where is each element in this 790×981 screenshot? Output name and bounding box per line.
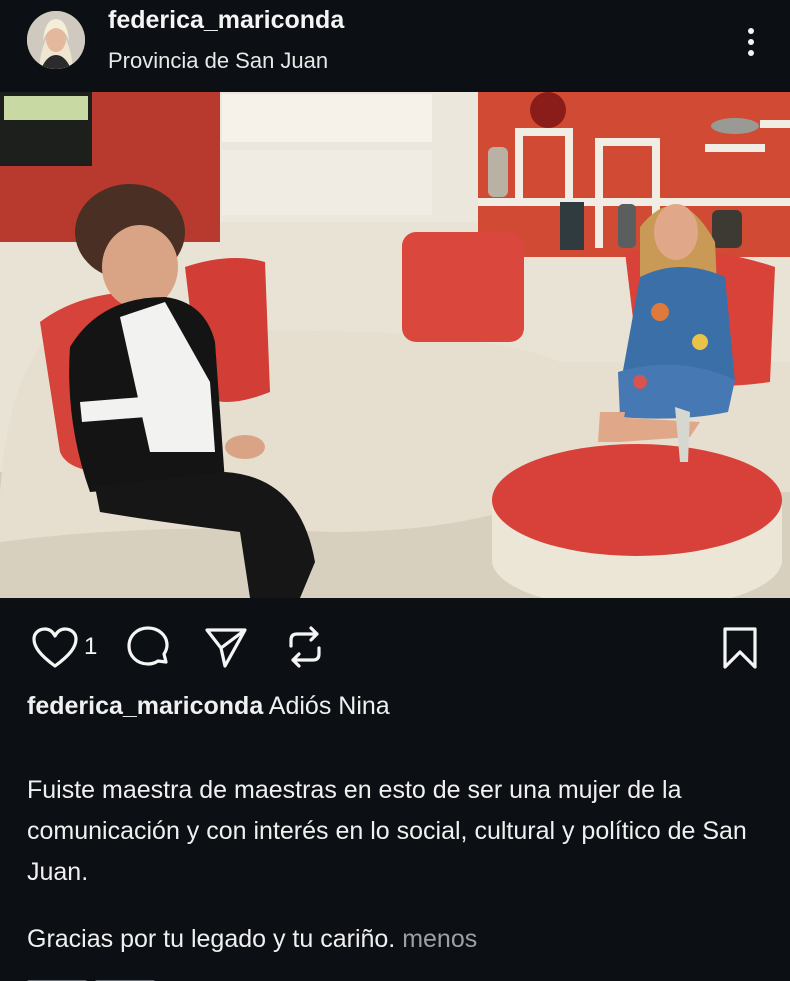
repost-icon[interactable] <box>283 624 327 670</box>
like-count[interactable]: 1 <box>84 633 97 661</box>
caption-thanks-text: Gracias por tu legado y tu cariño. <box>27 925 396 953</box>
caption-username[interactable]: federica_mariconda <box>27 692 263 720</box>
less-link[interactable]: menos <box>402 925 477 953</box>
avatar-image <box>27 11 85 69</box>
post-photo[interactable] <box>0 92 790 598</box>
heart-icon[interactable] <box>30 626 80 670</box>
avatar[interactable] <box>27 11 85 69</box>
post-header: federica_mariconda Provincia de San Juan <box>0 0 790 92</box>
caption-headline: federica_mariconda Adiós Nina <box>27 692 390 721</box>
share-icon[interactable] <box>203 624 249 670</box>
more-vertical-icon[interactable] <box>735 22 767 62</box>
caption-headline-text: Adiós Nina <box>268 692 390 720</box>
caption-thanks: Gracias por tu legado y tu cariño. menos <box>27 925 477 954</box>
next-line-fragment <box>27 972 207 981</box>
post-actions <box>0 600 790 690</box>
post-photo-image <box>0 92 790 598</box>
caption-body: Fuiste maestra de maestras en esto de se… <box>27 776 747 886</box>
post-location[interactable]: Provincia de San Juan <box>108 48 328 74</box>
bookmark-icon[interactable] <box>721 626 759 670</box>
post-username[interactable]: federica_mariconda <box>108 6 344 35</box>
comment-icon[interactable] <box>124 624 172 672</box>
